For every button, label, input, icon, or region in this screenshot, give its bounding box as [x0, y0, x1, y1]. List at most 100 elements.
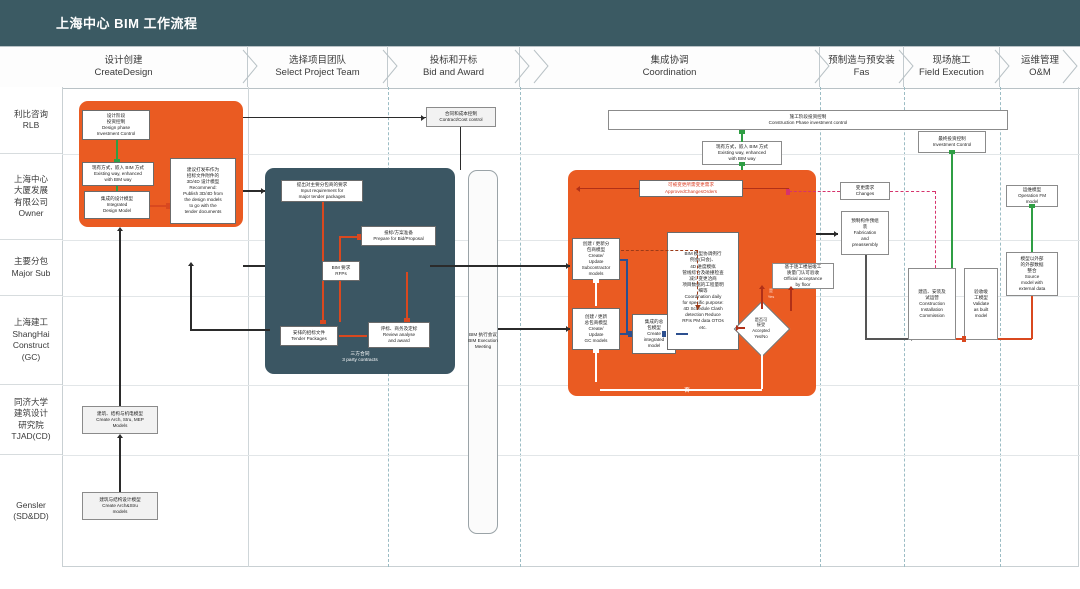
- node-label-en: Source model with external data: [1018, 274, 1046, 292]
- node-existing-way-design[interactable]: 现有方式，嵌入 BIM 方式 Existing way, enhanced wi…: [82, 162, 154, 186]
- node-contract-cost-control[interactable]: 合同和成本控制 Contract/Cost control: [426, 107, 496, 127]
- connector-no-loop: [600, 389, 762, 391]
- node-subcontractor-models[interactable]: 创建 / 更新分 包商模型 Create/ Update Subcontract…: [572, 238, 620, 280]
- node-create-arch-stru-mep[interactable]: 建筑、结构与机电模型 Create Arch, Stru, MEP Models: [82, 406, 158, 434]
- phase-create-design[interactable]: 设计创建 CreateDesign: [0, 46, 248, 87]
- node-label-en: Prepare for Bid/Proposal: [373, 236, 424, 241]
- arrow-icon: [319, 320, 326, 324]
- node-review-award[interactable]: 评标、商务及定标 Review analyse and award: [368, 322, 430, 348]
- arrow-icon: [116, 227, 123, 231]
- chevron-icon: [1062, 49, 1079, 84]
- chevron-icon: [242, 49, 259, 84]
- node-bim-rfps[interactable]: BIM 要求 RFPs: [322, 261, 360, 281]
- node-label-en: Review analyse and award: [382, 331, 416, 344]
- node-label-en: Coordination daily for specific purpose:…: [682, 294, 724, 330]
- phase-bid-and-award[interactable]: 投标和开标 Bid and Award: [388, 46, 520, 87]
- node-label-en: Design phase Investment Control: [96, 125, 136, 137]
- node-label-cn: 集成的总 包模型: [644, 318, 664, 330]
- arrow-icon: [694, 305, 701, 309]
- node-label-en: Create Arch, Stru, MEP Models: [96, 416, 144, 429]
- arrow-icon: [187, 262, 194, 266]
- lane-label-en: Owner: [18, 208, 44, 218]
- arrow-icon: [948, 150, 955, 154]
- node-label-cn: 验收竣 工模型: [974, 288, 988, 300]
- lane-label-cn: 同济大学 建筑设计 研究院: [13, 396, 48, 430]
- node-label-cn: 基于逐工楼层竣工 质量门认可验收: [784, 263, 822, 275]
- phase-label-en: Fas: [853, 66, 870, 78]
- phase-label-en: Select Project Team: [275, 66, 360, 78]
- label-en: BIM Execution Meeting: [468, 338, 498, 350]
- connector-diamond-no-down: [761, 347, 763, 389]
- node-changes[interactable]: 变更需求 Changes: [840, 182, 890, 200]
- phase-select-project-team[interactable]: 选择项目团队 Select Project Team: [248, 46, 388, 87]
- arrow-icon: [576, 185, 580, 192]
- node-construction-phase-investment[interactable]: 施工阶段投资控制 Construction Phase investment c…: [608, 110, 1008, 130]
- node-create-arch-stru[interactable]: 建筑与结构设计模型 Create Arch&Stru models: [82, 492, 158, 520]
- node-label-en: Construction Installation Commission: [919, 300, 945, 319]
- phase-label-cn: 投标和开标: [429, 54, 478, 66]
- node-approved-changes-orders[interactable]: 可被变更所需变更需求 ApprovedChangesOrders: [639, 180, 743, 197]
- node-prepare-bid[interactable]: 投标/方案准备 Prepare for Bid/Proposal: [361, 226, 436, 246]
- node-label-en: Investment Control: [932, 142, 972, 147]
- node-label-cn: 预制构件预组 装: [851, 217, 879, 229]
- node-official-acceptance[interactable]: 基于逐工楼层竣工 质量门认可验收 Official acceptance by …: [772, 263, 834, 289]
- node-construction-installation[interactable]: 建造、安装及 试运营 Construction Installation Com…: [908, 268, 956, 340]
- connector-contract-down: [460, 127, 461, 170]
- node-label-cn: 建议打发布作为 招标文件附件的 3D/4D 设计模型: [186, 166, 220, 184]
- connector-changes-to-panel: [789, 191, 840, 192]
- lane-label-gc: 上海建工 ShangHai Construct (GC): [0, 296, 62, 385]
- node-label-en: Existing way, enhanced with BIM way: [94, 170, 142, 183]
- bim-meeting-label: BIM 执行会议 BIM Execution Meeting: [468, 332, 498, 351]
- lane-label-en: ShangHai Construct (GC): [12, 328, 50, 362]
- node-gc-models[interactable]: 创建 / 更新 总包商模型 Create/ Update GC models: [572, 308, 620, 350]
- arrow-icon: [628, 330, 632, 337]
- connector-existing-to-investment: [741, 134, 743, 142]
- connector-fabrication-down: [865, 255, 867, 340]
- node-label-en: RFPs: [335, 271, 347, 276]
- connector-changes-feed: [580, 188, 639, 189]
- arrow-icon: [592, 279, 599, 283]
- column-divider-dashed: [520, 87, 521, 567]
- node-publish-3d4d[interactable]: 建议打发布作为 招标文件附件的 3D/4D 设计模型 Recommend: Pu…: [170, 158, 236, 224]
- chevron-icon: [814, 49, 831, 84]
- connector-dashed-to-coord: [697, 250, 698, 310]
- connector-gc-to-sub: [595, 282, 597, 306]
- arrow-icon: [261, 187, 265, 194]
- phase-label-cn: 预制造与预安装: [828, 54, 895, 66]
- arrow-icon: [566, 262, 570, 269]
- node-label-cn: 创建 / 更新分 包商模型: [582, 240, 610, 252]
- node-integrated-design-model[interactable]: 集成的设计模型 Integrated Design Model: [84, 191, 150, 219]
- phase-fabrication[interactable]: 预制造与预安装 Fas: [820, 46, 904, 87]
- node-design-phase-investment[interactable]: 设计阶段 投资控制 Design phase Investment Contro…: [82, 110, 150, 140]
- lane-label-en: TJAD(CD): [11, 431, 51, 441]
- connector-dashed-from-sub: [621, 250, 698, 251]
- connector-left-horizontal: [190, 329, 270, 331]
- lane-label-cn: 上海中心 大厦发展 有限公司: [13, 173, 48, 207]
- arrow-icon: [116, 434, 123, 438]
- node-tender-packages[interactable]: 安排的招标文件 Tender Packages: [280, 326, 338, 346]
- node-fabrication[interactable]: 预制构件预组 装 Fabrication and preassembly: [841, 211, 889, 255]
- node-bim-execution-meeting[interactable]: [468, 170, 498, 534]
- arrow-icon: [421, 114, 425, 121]
- connector-gc-from-below: [595, 352, 597, 382]
- node-label-en: Integrated Design Model: [102, 201, 132, 214]
- chevron-icon: [514, 49, 531, 84]
- column-divider-dashed: [1000, 87, 1001, 567]
- column-divider-dashed: [820, 87, 821, 567]
- chevron-icon: [533, 49, 550, 84]
- node-input-requirement[interactable]: 提出对主要分包商的要求 Input requirement for major …: [281, 180, 363, 202]
- chevron-icon: [898, 49, 915, 84]
- connector-publish-to-contract: [243, 117, 426, 118]
- node-source-model[interactable]: 模型以外部 的外部数据 整合 Source model with externa…: [1006, 252, 1058, 296]
- lane-label-cn: 上海建工: [13, 317, 48, 327]
- connector-slate-left-in: [243, 265, 265, 267]
- connector-source-to-fm: [1031, 207, 1033, 252]
- connector-integrated-to-coord: [676, 333, 688, 335]
- lane-label-rlb: 利比咨询 RLB: [0, 87, 62, 154]
- lane-label-owner: 上海中心 大厦发展 有限公司 Owner: [0, 154, 62, 240]
- phase-coordination[interactable]: 集成协调 Coordination: [520, 46, 820, 87]
- phase-field-execution[interactable]: 现场施工 Field Execution: [904, 46, 1000, 87]
- label-cn: BIM 执行会议: [469, 332, 497, 337]
- node-validate-as-built[interactable]: 验收竣 工模型 Validate as built model: [964, 268, 998, 340]
- connector-changes-feed-right: [743, 188, 789, 189]
